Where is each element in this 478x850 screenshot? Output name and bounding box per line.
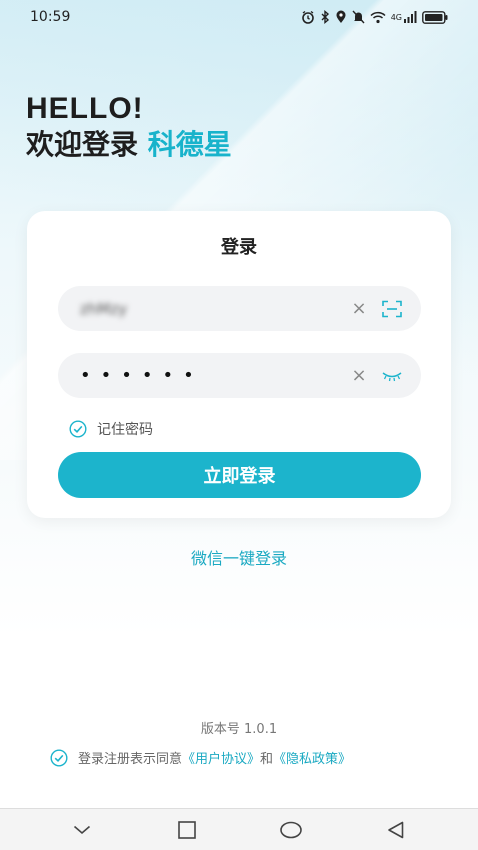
agreement-conjunction: 和 <box>260 752 274 767</box>
welcome-prefix: 欢迎登录 <box>26 128 139 161</box>
username-value[interactable]: zhMzy <box>80 300 351 318</box>
back-icon[interactable] <box>381 815 411 845</box>
status-bar: 10:59 4G <box>0 0 478 34</box>
status-time: 10:59 <box>30 9 71 25</box>
username-field[interactable]: zhMzy × <box>58 286 421 331</box>
wechat-login-link[interactable]: 微信一键登录 <box>0 545 478 569</box>
agreement-prefix: 登录注册表示同意 <box>78 752 183 767</box>
version-text: 版本号 1.0.1 <box>200 722 278 737</box>
login-button[interactable]: 立即登录 <box>58 452 421 498</box>
network-type: 4G <box>390 12 402 22</box>
navigation-bar <box>0 808 478 850</box>
eye-closed-icon[interactable] <box>381 365 403 387</box>
mute-icon <box>352 10 365 24</box>
password-value[interactable]: •••••• <box>80 365 351 386</box>
user-agreement-link[interactable]: 《用户协议》 <box>182 752 260 767</box>
status-icons: 4G <box>301 10 448 24</box>
remember-password[interactable]: 记住密码 <box>69 419 153 439</box>
welcome-heading: 欢迎登录 科德星 <box>26 126 232 164</box>
login-card: 登录 zhMzy × •••••• × 记住密码 立即登录 <box>27 211 451 518</box>
hello-heading: HELLO! <box>26 92 144 125</box>
agreement-text: 登录注册表示同意《用户协议》和《隐私政策》 <box>78 748 351 767</box>
recent-apps-icon[interactable] <box>172 815 202 845</box>
agreement: 登录注册表示同意《用户协议》和《隐私政策》 <box>50 748 450 767</box>
bluetooth-icon <box>320 10 330 24</box>
battery-icon <box>422 10 448 24</box>
close-icon[interactable]: × <box>351 366 367 384</box>
privacy-policy-link[interactable]: 《隐私政策》 <box>273 752 351 767</box>
remember-password-label: 记住密码 <box>97 422 153 438</box>
close-icon[interactable]: × <box>351 299 367 317</box>
scan-icon[interactable] <box>381 298 403 320</box>
check-circle-icon[interactable] <box>50 748 68 767</box>
login-card-title: 登录 <box>221 237 257 258</box>
brand-name: 科德星 <box>147 128 232 161</box>
greeting: HELLO! 欢迎登录 科德星 <box>26 92 232 164</box>
check-circle-icon[interactable] <box>69 420 87 438</box>
chevron-down-icon[interactable] <box>67 815 97 845</box>
signal-icon: 4G <box>391 11 417 23</box>
password-field[interactable]: •••••• × <box>58 353 421 398</box>
location-icon <box>335 10 347 24</box>
wifi-icon <box>370 11 386 24</box>
home-icon[interactable] <box>276 815 306 845</box>
alarm-icon <box>301 10 315 24</box>
